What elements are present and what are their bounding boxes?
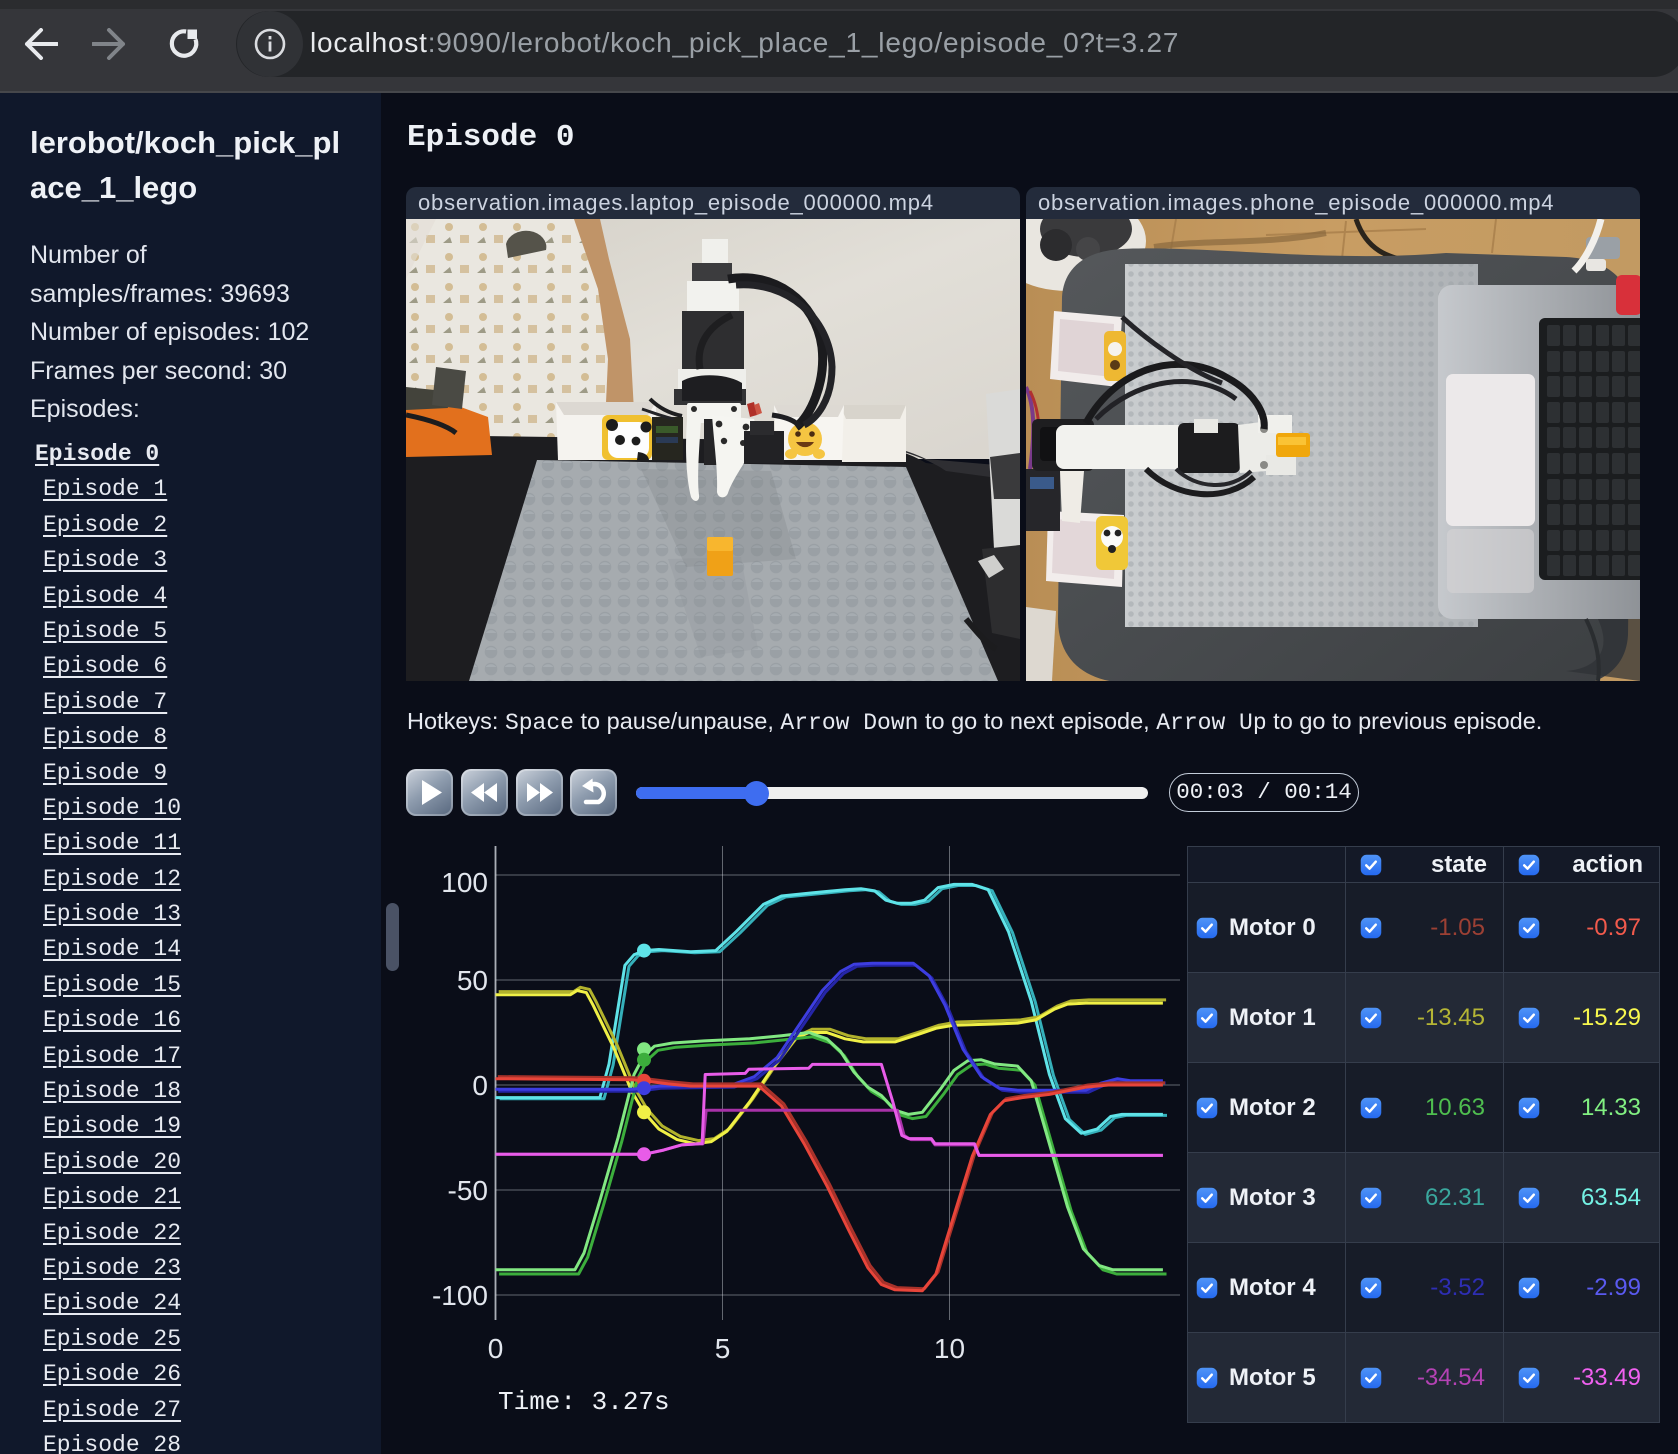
svg-text:-50: -50 <box>448 1175 488 1206</box>
svg-text:50: 50 <box>457 965 488 996</box>
svg-text:-100: -100 <box>432 1280 488 1311</box>
svg-text:100: 100 <box>441 867 488 898</box>
svg-text:10: 10 <box>934 1333 965 1364</box>
svg-text:5: 5 <box>715 1333 731 1364</box>
svg-text:0: 0 <box>472 1070 488 1101</box>
svg-text:0: 0 <box>488 1333 504 1364</box>
